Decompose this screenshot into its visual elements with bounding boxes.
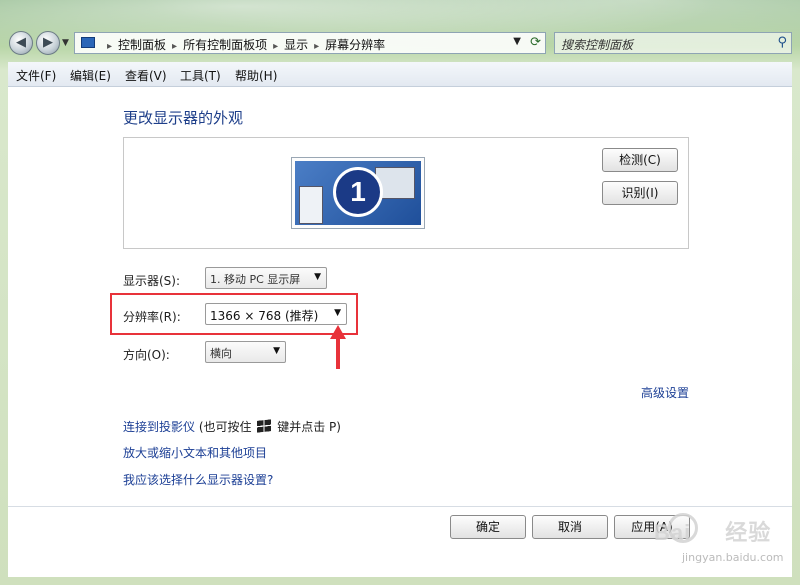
monitor-number-badge: 1 [333, 167, 383, 217]
cancel-button[interactable]: 取消 [532, 515, 608, 539]
menu-bar: 文件(F) 编辑(E) 查看(V) 工具(T) 帮助(H) [8, 62, 792, 87]
address-dropdown-icon[interactable]: ▼ [513, 36, 521, 47]
windows-logo-icon [257, 419, 272, 433]
red-arrow-annotation [330, 325, 346, 369]
connect-projector-link[interactable]: 连接到投影仪 [123, 420, 195, 434]
orientation-select-value: 横向 [210, 347, 232, 360]
monitor-preview-panel: 1 检测(C) 识别(I) [123, 137, 689, 249]
menu-file[interactable]: 文件(F) [16, 67, 56, 84]
ok-button[interactable]: 确定 [450, 515, 526, 539]
breadcrumb-item[interactable]: 所有控制面板项 [183, 38, 267, 52]
detect-button[interactable]: 检测(C) [602, 148, 678, 172]
control-panel-icon [81, 37, 95, 48]
identify-button[interactable]: 识别(I) [602, 181, 678, 205]
advanced-settings-link[interactable]: 高级设置 [641, 384, 689, 401]
breadcrumb-item[interactable]: 控制面板 [118, 38, 166, 52]
menu-help[interactable]: 帮助(H) [235, 67, 277, 84]
chevron-down-icon: ▼ [273, 346, 280, 356]
projector-row: 连接到投影仪 (也可按住 键并点击 P) [123, 418, 341, 435]
chevron-down-icon: ▼ [334, 308, 341, 318]
content-pane: 更改显示器的外观 1 检测(C) 识别(I) 显示器(S): 1. 移动 PC … [8, 87, 792, 577]
display-label: 显示器(S): [123, 274, 181, 288]
watermark-url: jingyan.baidu.com [682, 551, 784, 564]
refresh-icon[interactable]: ⟳ [530, 35, 541, 50]
projector-hint-suffix: 键并点击 P) [277, 420, 341, 434]
chevron-down-icon: ▼ [314, 272, 321, 282]
breadcrumb: ▸ 控制面板 ▸ 所有控制面板项 ▸ 显示 ▸ 屏幕分辨率 [107, 38, 386, 52]
menu-tools[interactable]: 工具(T) [180, 67, 221, 84]
projector-hint-prefix: (也可按住 [198, 420, 252, 434]
paw-logo-icon [668, 513, 698, 543]
breadcrumb-item[interactable]: 屏幕分辨率 [325, 38, 385, 52]
search-placeholder: 搜索控制面板 [561, 38, 634, 52]
forward-button[interactable]: ▶ [36, 31, 60, 55]
back-button[interactable]: ◀ [9, 31, 33, 55]
monitor-1-thumbnail[interactable]: 1 [291, 157, 425, 229]
address-bar[interactable]: ▸ 控制面板 ▸ 所有控制面板项 ▸ 显示 ▸ 屏幕分辨率 ▼ ⟳ [74, 32, 546, 54]
search-input[interactable]: 搜索控制面板 ⚲ [554, 32, 792, 54]
display-select[interactable]: 1. 移动 PC 显示屏 ▼ [205, 267, 327, 289]
orientation-label: 方向(O): [123, 348, 170, 362]
footer-divider [8, 506, 792, 507]
resolution-select[interactable]: 1366 × 768 (推荐) ▼ [205, 303, 347, 325]
display-select-value: 1. 移动 PC 显示屏 [210, 273, 301, 286]
mini-window-icon [299, 186, 323, 224]
navigation-bar: ◀ ▶ ▼ ▸ 控制面板 ▸ 所有控制面板项 ▸ 显示 ▸ 屏幕分辨率 ▼ ⟳ 搜索控制面板 … [0, 28, 800, 60]
search-icon[interactable]: ⚲ [777, 35, 787, 50]
menu-edit[interactable]: 编辑(E) [70, 67, 111, 84]
page-title: 更改显示器的外观 [123, 109, 244, 127]
resolution-label: 分辨率(R): [123, 310, 181, 324]
history-dropdown-icon[interactable]: ▼ [62, 38, 69, 48]
breadcrumb-item[interactable]: 显示 [284, 38, 308, 52]
resolution-select-value: 1366 × 768 (推荐) [210, 309, 319, 323]
which-settings-link[interactable]: 我应该选择什么显示器设置? [123, 471, 273, 488]
watermark: Bai 经验 jingyan.baidu.com [614, 511, 784, 571]
menu-view[interactable]: 查看(V) [125, 67, 167, 84]
text-size-link[interactable]: 放大或缩小文本和其他项目 [123, 444, 267, 461]
orientation-select[interactable]: 横向 ▼ [205, 341, 286, 363]
